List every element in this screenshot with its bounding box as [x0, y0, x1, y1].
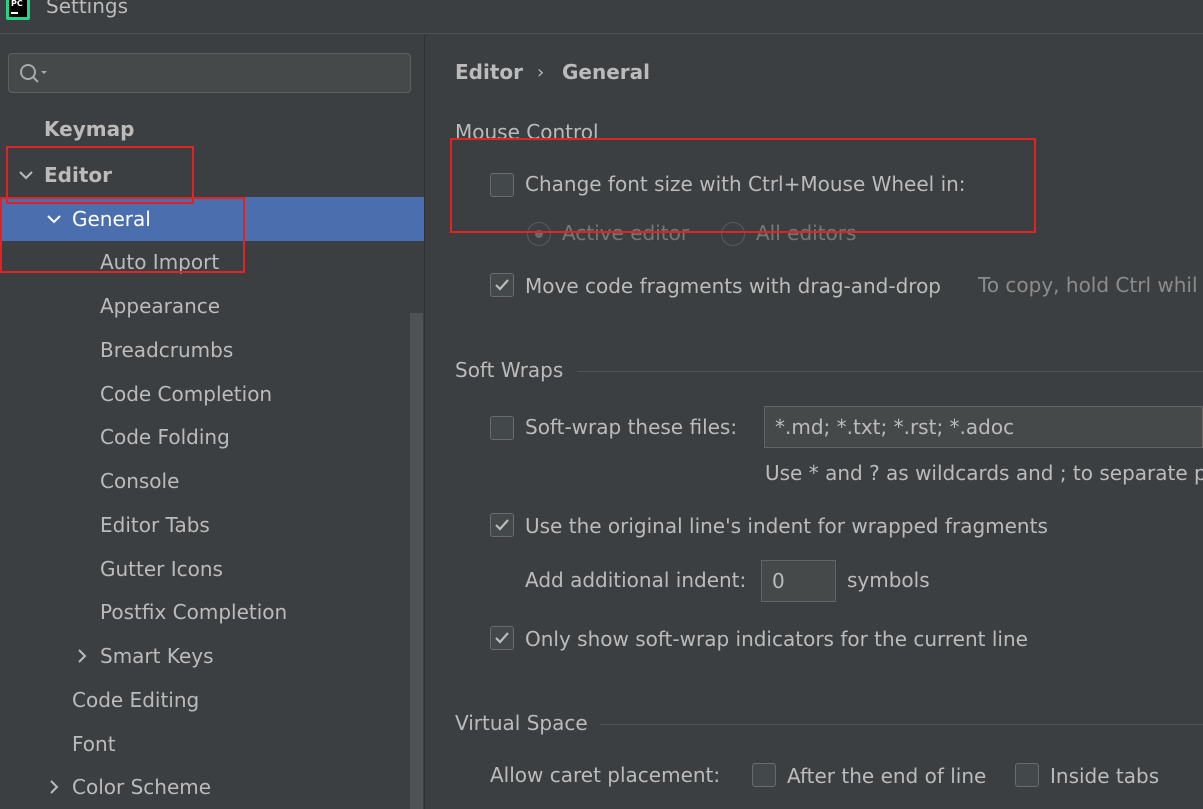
annotation-box-general	[0, 197, 245, 273]
additional-indent-unit: symbols	[847, 568, 930, 592]
group-title-virtual-space: Virtual Space	[455, 711, 588, 735]
checkmark-icon	[495, 632, 509, 644]
original-indent-checkbox[interactable]	[490, 513, 514, 537]
sidebar-item-font[interactable]: Font	[0, 722, 425, 766]
title-bar: PC Settings	[0, 0, 1203, 34]
sidebar-item-label: Gutter Icons	[100, 557, 223, 581]
checkmark-icon	[495, 279, 509, 291]
breadcrumb-current: General	[562, 60, 650, 84]
soft-wrap-files-input[interactable]: *.md; *.txt; *.rst; *.adoc	[764, 406, 1203, 448]
after-end-checkbox[interactable]	[752, 763, 776, 787]
group-divider	[600, 724, 1203, 725]
inside-tabs-checkbox[interactable]	[1015, 763, 1039, 787]
sidebar-scrollbar[interactable]	[410, 313, 423, 809]
sidebar-item-label: Keymap	[44, 117, 135, 141]
annotation-box-mouse-control	[450, 138, 1036, 233]
sidebar-item-code-folding[interactable]: Code Folding	[0, 415, 425, 459]
drag-drop-checkbox[interactable]	[490, 273, 514, 297]
inside-tabs-label[interactable]: Inside tabs	[1050, 764, 1159, 788]
sidebar-item-label: Font	[72, 732, 116, 756]
drag-drop-label[interactable]: Move code fragments with drag-and-drop	[525, 274, 941, 298]
sidebar-item-code-completion[interactable]: Code Completion	[0, 372, 425, 416]
search-icon	[20, 64, 47, 83]
sidebar-item-gutter-icons[interactable]: Gutter Icons	[0, 547, 425, 591]
checkmark-icon	[495, 519, 509, 531]
caret-placement-label: Allow caret placement:	[490, 763, 721, 787]
window-title: Settings	[46, 0, 129, 18]
annotation-box-editor	[6, 146, 194, 204]
sidebar-item-console[interactable]: Console	[0, 459, 425, 503]
sidebar-item-label: Appearance	[100, 294, 221, 318]
sidebar-item-label: Code Editing	[72, 688, 200, 712]
pycharm-logo-icon: PC	[6, 0, 30, 20]
after-end-label[interactable]: After the end of line	[787, 764, 986, 788]
wildcard-hint: Use * and ? as wildcards and ; to separa…	[765, 461, 1203, 485]
indicators-label[interactable]: Only show soft-wrap indicators for the c…	[525, 627, 1028, 651]
sidebar-item-label: Color Scheme	[72, 775, 212, 799]
sidebar-item-label: Editor Tabs	[100, 513, 210, 537]
group-divider	[577, 371, 1203, 372]
sidebar-item-label: Console	[100, 469, 180, 493]
sidebar-item-editor-tabs[interactable]: Editor Tabs	[0, 503, 425, 547]
sidebar-item-smart-keys[interactable]: Smart Keys	[0, 634, 425, 678]
sidebar-item-label: Postfix Completion	[100, 600, 288, 624]
additional-indent-label: Add additional indent:	[525, 568, 747, 592]
chevron-right-icon[interactable]	[46, 779, 62, 795]
sidebar-item-postfix-completion[interactable]: Postfix Completion	[0, 590, 425, 634]
sidebar-item-code-editing[interactable]: Code Editing	[0, 678, 425, 722]
sidebar-item-keymap[interactable]: Keymap	[0, 107, 425, 151]
sidebar-item-label: Code Completion	[100, 382, 273, 406]
drag-drop-hint: To copy, hold Ctrl whil	[978, 273, 1198, 297]
sidebar-item-label: Smart Keys	[100, 644, 214, 668]
breadcrumb-parent[interactable]: Editor	[455, 60, 523, 84]
search-input[interactable]	[8, 53, 411, 93]
original-indent-label[interactable]: Use the original line's indent for wrapp…	[525, 514, 1048, 538]
soft-wrap-files-label[interactable]: Soft-wrap these files:	[525, 415, 737, 439]
breadcrumb-separator: ›	[537, 62, 545, 83]
soft-wrap-files-checkbox[interactable]	[490, 416, 514, 440]
group-title-soft-wraps: Soft Wraps	[455, 358, 564, 382]
additional-indent-input[interactable]: 0	[761, 560, 836, 602]
sidebar-item-color-scheme[interactable]: Color Scheme	[0, 765, 425, 809]
logo-text: PC	[11, 0, 23, 8]
chevron-right-icon[interactable]	[74, 648, 90, 664]
sidebar-item-label: Code Folding	[100, 425, 230, 449]
sidebar-item-breadcrumbs[interactable]: Breadcrumbs	[0, 328, 425, 372]
sidebar-item-label: Breadcrumbs	[100, 338, 234, 362]
sidebar-item-appearance[interactable]: Appearance	[0, 284, 425, 328]
indicators-checkbox[interactable]	[490, 626, 514, 650]
